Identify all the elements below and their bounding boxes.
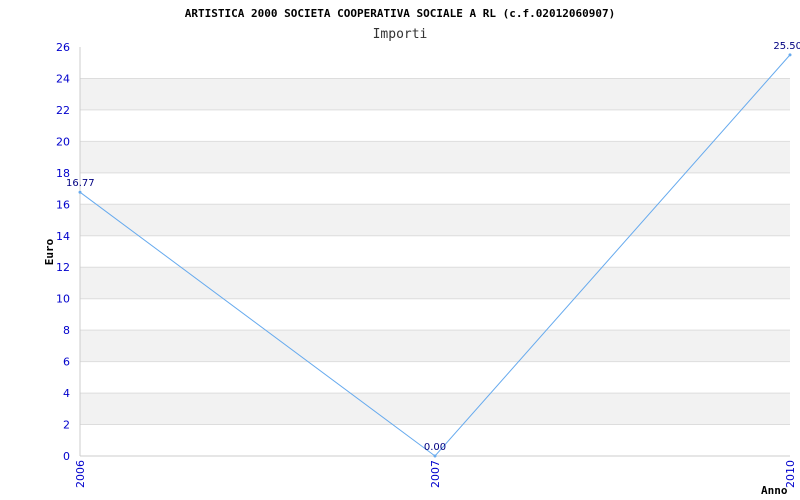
y-tick-label: 2 bbox=[63, 419, 70, 432]
data-point bbox=[788, 53, 792, 57]
grid-bands bbox=[80, 77, 790, 457]
chart-subtitle: Importi bbox=[373, 27, 428, 42]
y-tick-labels: 02468101214161820222426 bbox=[56, 41, 70, 463]
y-tick-label: 26 bbox=[56, 41, 70, 54]
y-tick-label: 24 bbox=[56, 72, 70, 85]
y-tick-label: 20 bbox=[56, 135, 70, 148]
data-value-label: 0.00 bbox=[424, 442, 446, 453]
y-tick-label: 0 bbox=[63, 450, 70, 463]
x-tick-labels: 2006 2007 2010 bbox=[74, 460, 797, 488]
data-point bbox=[433, 454, 437, 458]
chart-title: ARTISTICA 2000 SOCIETA COOPERATIVA SOCIA… bbox=[185, 7, 615, 20]
y-tick-label: 10 bbox=[56, 293, 70, 306]
grid-band bbox=[80, 141, 790, 173]
y-tick-label: 12 bbox=[56, 261, 70, 274]
y-tick-label: 4 bbox=[63, 387, 70, 400]
y-axis-label: Euro bbox=[43, 238, 56, 265]
grid-band bbox=[80, 78, 790, 110]
y-tick-label: 8 bbox=[63, 324, 70, 337]
grid-band bbox=[80, 330, 790, 362]
x-axis-label: Anno bbox=[761, 484, 788, 497]
grid-band bbox=[80, 393, 790, 425]
grid-band bbox=[80, 204, 790, 236]
y-tick-label: 16 bbox=[56, 198, 70, 211]
y-tick-label: 6 bbox=[63, 356, 70, 369]
x-tick-label: 2007 bbox=[429, 460, 442, 488]
line-chart: ARTISTICA 2000 SOCIETA COOPERATIVA SOCIA… bbox=[43, 7, 800, 497]
data-value-label: 16.77 bbox=[66, 178, 95, 189]
x-tick-label: 2006 bbox=[74, 460, 87, 488]
data-value-label: 25.50 bbox=[773, 41, 800, 52]
y-tick-label: 14 bbox=[56, 230, 70, 243]
y-tick-label: 22 bbox=[56, 104, 70, 117]
data-point bbox=[78, 190, 82, 194]
